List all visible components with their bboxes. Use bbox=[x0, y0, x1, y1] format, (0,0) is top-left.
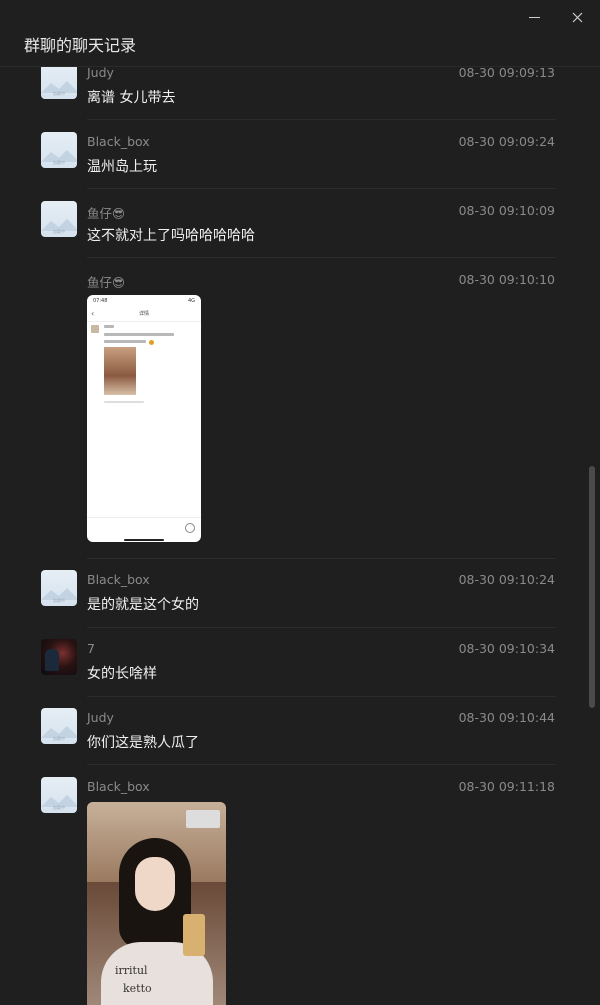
sender-name: Black_box bbox=[87, 572, 150, 587]
divider bbox=[87, 188, 556, 189]
sender-name: Judy bbox=[87, 65, 114, 80]
message-time: 08-30 09:10:09 bbox=[458, 203, 555, 218]
avatar bbox=[91, 325, 99, 333]
sender-name: 鱼仔😎 bbox=[87, 206, 126, 221]
sender-name: Black_box bbox=[87, 134, 150, 149]
avatar[interactable]: 加载中 bbox=[41, 777, 77, 813]
avatar-caption: 加载中 bbox=[53, 736, 65, 741]
message-text[interactable]: 你们这是熟人瓜了 bbox=[87, 732, 199, 752]
shirt-text: ketto bbox=[123, 982, 152, 995]
divider bbox=[87, 119, 556, 120]
message-text[interactable]: 离谱 女儿带去 bbox=[87, 87, 175, 107]
text-line bbox=[104, 401, 144, 403]
screenshot-title: 详情 bbox=[138, 311, 149, 317]
divider bbox=[87, 627, 556, 628]
message-time: 08-30 09:09:13 bbox=[458, 65, 555, 80]
message-text[interactable]: 女的长啥样 bbox=[87, 663, 157, 683]
message-time: 08-30 09:10:44 bbox=[458, 710, 555, 725]
emoji-button-icon bbox=[185, 523, 195, 533]
window-title: 群聊的聊天记录 bbox=[24, 36, 137, 55]
avatar[interactable]: 加载中 bbox=[41, 132, 77, 168]
sender-name: Black_box bbox=[87, 779, 150, 794]
title-bar: 群聊的聊天记录 bbox=[0, 0, 600, 67]
message-list[interactable]: 加载中 Judy 08-30 09:09:13 离谱 女儿带去 加载中 Blac… bbox=[0, 0, 600, 1005]
message-time: 08-30 09:11:18 bbox=[458, 779, 555, 794]
avatar-figure bbox=[45, 649, 59, 671]
status-network: 4G bbox=[187, 298, 195, 304]
divider bbox=[87, 696, 556, 697]
scrollbar-thumb[interactable] bbox=[589, 466, 595, 708]
message-text[interactable]: 这不就对上了吗哈哈哈哈哈 bbox=[87, 225, 255, 245]
message-text[interactable]: 是的就是这个女的 bbox=[87, 594, 199, 614]
avatar-caption: 加载中 bbox=[53, 160, 65, 165]
avatar-caption: 加载中 bbox=[53, 229, 65, 234]
avatar-caption: 加载中 bbox=[53, 598, 65, 603]
message-time: 08-30 09:10:10 bbox=[458, 272, 555, 287]
photo-bottle bbox=[183, 914, 205, 956]
status-time: 07:48 bbox=[93, 298, 108, 304]
message-time: 08-30 09:10:34 bbox=[458, 641, 555, 656]
text-line bbox=[104, 333, 174, 336]
message-time: 08-30 09:09:24 bbox=[458, 134, 555, 149]
text-line bbox=[104, 340, 146, 343]
air-conditioner bbox=[186, 810, 220, 828]
avatar[interactable] bbox=[41, 639, 77, 675]
divider bbox=[87, 764, 556, 765]
avatar-caption: 加载中 bbox=[53, 805, 65, 810]
close-button[interactable] bbox=[566, 6, 588, 28]
shirt-text: irritul bbox=[115, 964, 148, 977]
sender-name: Judy bbox=[87, 710, 114, 725]
emoji-icon bbox=[149, 340, 154, 345]
message-text[interactable]: 温州岛上玩 bbox=[87, 156, 157, 176]
text-line bbox=[104, 325, 114, 328]
avatar[interactable]: 加载中 bbox=[41, 570, 77, 606]
avatar[interactable]: 加载中 bbox=[41, 201, 77, 237]
avatar[interactable]: 加载中 bbox=[41, 63, 77, 99]
close-icon bbox=[572, 12, 582, 22]
image-attachment[interactable]: 07:48 4G ‹ 详情 bbox=[87, 295, 201, 542]
chat-history-window: 加载中 Judy 08-30 09:09:13 离谱 女儿带去 加载中 Blac… bbox=[0, 0, 600, 1005]
sender-name: 鱼仔😎 bbox=[87, 275, 126, 290]
screenshot-header: ‹ 详情 bbox=[87, 307, 201, 322]
post-image bbox=[104, 347, 136, 395]
image-attachment[interactable]: irritul ketto bbox=[87, 802, 226, 1005]
photo-face bbox=[135, 857, 175, 911]
sender-name: 7 bbox=[87, 641, 95, 656]
minimize-icon bbox=[528, 16, 540, 18]
minimize-button[interactable] bbox=[523, 6, 545, 28]
message-time: 08-30 09:10:24 bbox=[458, 572, 555, 587]
screenshot-footer bbox=[87, 517, 201, 542]
avatar-caption: 加载中 bbox=[53, 91, 65, 96]
divider bbox=[87, 558, 556, 559]
home-indicator bbox=[124, 539, 164, 541]
divider bbox=[87, 257, 556, 258]
avatar[interactable]: 加载中 bbox=[41, 708, 77, 744]
